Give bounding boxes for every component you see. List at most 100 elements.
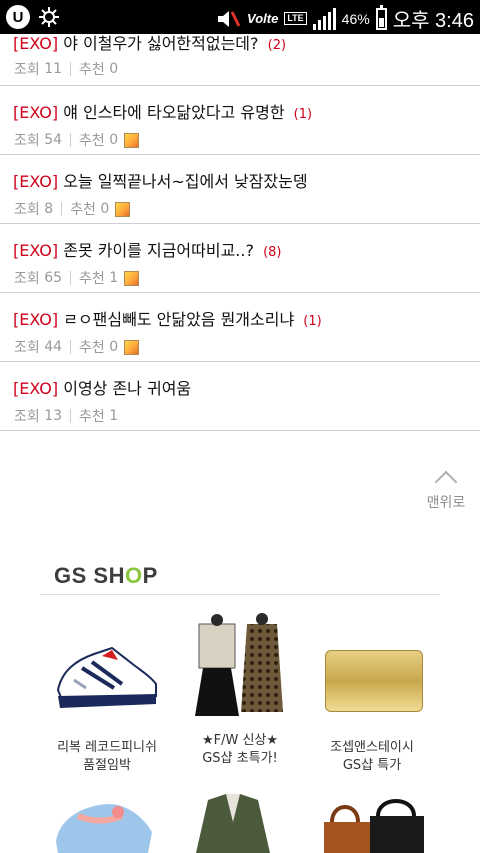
post-title: ㄹㅇ팬심빼도 안닮았음 뭔개소리냐: [63, 310, 295, 329]
post-meta: 조회 44 추천 0: [14, 337, 140, 357]
recommend-label: 추천: [79, 409, 105, 425]
post-meta: 조회 54 추천 0: [14, 130, 140, 150]
views-count: 44: [44, 339, 63, 355]
recommend-count: 0: [109, 61, 119, 77]
recommend-label: 추천: [79, 62, 105, 78]
post-title-line[interactable]: [EXO] ㄹㅇ팬심빼도 안닮았음 뭔개소리냐 (1): [13, 306, 322, 330]
post-title-line[interactable]: [EXO] 오늘 일찍끝나서~집에서 낮잠잤눈뎅: [13, 168, 312, 192]
product-card[interactable]: 리복 레코드피니쉬품절임박: [42, 622, 172, 775]
post-title: 얘 인스타에 타오닮았다고 유명한: [63, 103, 285, 122]
clutch-bag-icon[interactable]: [317, 622, 427, 732]
comment-count: (2): [267, 38, 287, 53]
logo-text: P: [142, 563, 158, 588]
recommend-label: 추천: [79, 133, 105, 149]
comment-count: (1): [293, 107, 313, 122]
jacket-icon: [196, 794, 270, 853]
post-tag: [EXO]: [13, 241, 59, 260]
views-label: 조회: [14, 133, 40, 149]
settings-gear-icon: [39, 7, 59, 27]
divider: [70, 340, 72, 354]
post-row[interactable]: [EXO] 야 이철우가 싫어한적없는데? (2) 조회 11 추천 0: [0, 26, 480, 86]
comment-count: (8): [263, 245, 282, 260]
divider: [70, 62, 72, 76]
product-name: ★F/W 신상★: [201, 733, 279, 748]
post-title: 이영상 존나 귀여움: [63, 379, 192, 398]
post-tag: [EXO]: [13, 34, 59, 53]
views-count: 8: [44, 201, 54, 217]
post-title-line[interactable]: [EXO] 존못 카이를 지금어따비교..? (8): [13, 237, 282, 261]
logo-text: GS SH: [54, 563, 125, 588]
product-badge: 품절임박: [83, 758, 131, 773]
post-tag: [EXO]: [13, 103, 59, 122]
product-badge: GS샵 특가: [342, 758, 402, 773]
gs-shop-logo[interactable]: GS SHOP: [54, 563, 158, 589]
logo-text-accent: O: [124, 563, 143, 588]
recommend-label: 추천: [79, 340, 105, 356]
post-title-line[interactable]: [EXO] 야 이철우가 싫어한적없는데? (2): [13, 30, 286, 54]
views-count: 13: [44, 408, 63, 424]
chevron-up-icon: [434, 470, 458, 494]
post-title: 야 이철우가 싫어한적없는데?: [63, 34, 259, 53]
post-tag: [EXO]: [13, 310, 59, 329]
post-title-line[interactable]: [EXO] 이영상 존나 귀여움: [13, 375, 195, 399]
views-label: 조회: [14, 62, 40, 78]
handbag-icon: [324, 799, 424, 853]
comment-count: (1): [303, 314, 322, 329]
views-count: 54: [44, 132, 63, 148]
dress-icon[interactable]: [185, 612, 295, 732]
post-tag: [EXO]: [13, 172, 59, 191]
recommend-count: 1: [109, 408, 119, 424]
post-row[interactable]: [EXO] 이영상 존나 귀여움 조회 13 추천 1: [0, 362, 480, 431]
post-meta: 조회 11 추천 0: [14, 59, 118, 79]
post-meta: 조회 13 추천 1: [14, 406, 118, 426]
recommend-count: 0: [100, 201, 110, 217]
product-card[interactable]: ★F/W 신상★ GS샵 초특가!: [175, 612, 305, 768]
image-attachment-icon: [124, 270, 140, 286]
dress-image: [195, 613, 283, 716]
divider: [70, 409, 72, 423]
product-thumb-partial[interactable]: [188, 792, 278, 853]
views-label: 조회: [14, 340, 40, 356]
views-label: 조회: [14, 202, 40, 218]
back-to-top-label: 맨위로: [426, 495, 466, 511]
battery-percent: 46%: [341, 10, 370, 27]
post-list: [EXO] 야 이철우가 싫어한적없는데? (2) 조회 11 추천 0 [EX…: [0, 26, 480, 431]
product-name: 리복 레코드피니쉬: [57, 740, 157, 755]
post-row[interactable]: [EXO] 존못 카이를 지금어따비교..? (8) 조회 65 추천 1: [0, 224, 480, 293]
recommend-count: 1: [109, 270, 119, 286]
recommend-label: 추천: [79, 271, 105, 287]
views-count: 11: [44, 61, 63, 77]
divider: [70, 271, 72, 285]
recommend-count: 0: [109, 339, 119, 355]
post-row[interactable]: [EXO] 오늘 일찍끝나서~집에서 낮잠잤눈뎅 조회 8 추천 0: [0, 155, 480, 224]
post-row[interactable]: [EXO] ㄹㅇ팬심빼도 안닮았음 뭔개소리냐 (1) 조회 44 추천 0: [0, 293, 480, 362]
clutch-image: [325, 650, 423, 712]
sneaker-icon[interactable]: [52, 622, 162, 732]
post-title: 오늘 일찍끝나서~집에서 낮잠잤눈뎅: [63, 172, 308, 191]
network-type-badge: LTE: [284, 12, 307, 25]
product-name: 조셉앤스테이시: [330, 740, 414, 755]
recommend-label: 추천: [70, 202, 96, 218]
product-thumb-partial[interactable]: [48, 792, 158, 853]
sneaker-icon: [56, 804, 152, 853]
product-thumb-partial[interactable]: [318, 792, 428, 853]
divider-line: [40, 594, 440, 595]
divider: [70, 133, 72, 147]
views-label: 조회: [14, 271, 40, 287]
views-count: 65: [44, 270, 63, 286]
post-meta: 조회 8 추천 0: [14, 199, 131, 219]
recommend-count: 0: [109, 132, 119, 148]
back-to-top-button[interactable]: 맨위로: [418, 468, 474, 512]
sneaker-image: [56, 646, 157, 708]
post-row[interactable]: [EXO] 얘 인스타에 타오닮았다고 유명한 (1) 조회 54 추천 0: [0, 86, 480, 155]
volte-label: Volte: [247, 11, 279, 26]
product-card[interactable]: 조셉앤스테이시 GS샵 특가: [307, 622, 437, 775]
views-label: 조회: [14, 409, 40, 425]
product-badge: GS샵 초특가!: [202, 751, 278, 766]
post-title-line[interactable]: [EXO] 얘 인스타에 타오닮았다고 유명한 (1): [13, 99, 312, 123]
post-meta: 조회 65 추천 1: [14, 268, 140, 288]
post-tag: [EXO]: [13, 379, 59, 398]
image-attachment-icon: [124, 132, 140, 148]
image-attachment-icon: [124, 339, 140, 355]
image-attachment-icon: [115, 201, 131, 217]
